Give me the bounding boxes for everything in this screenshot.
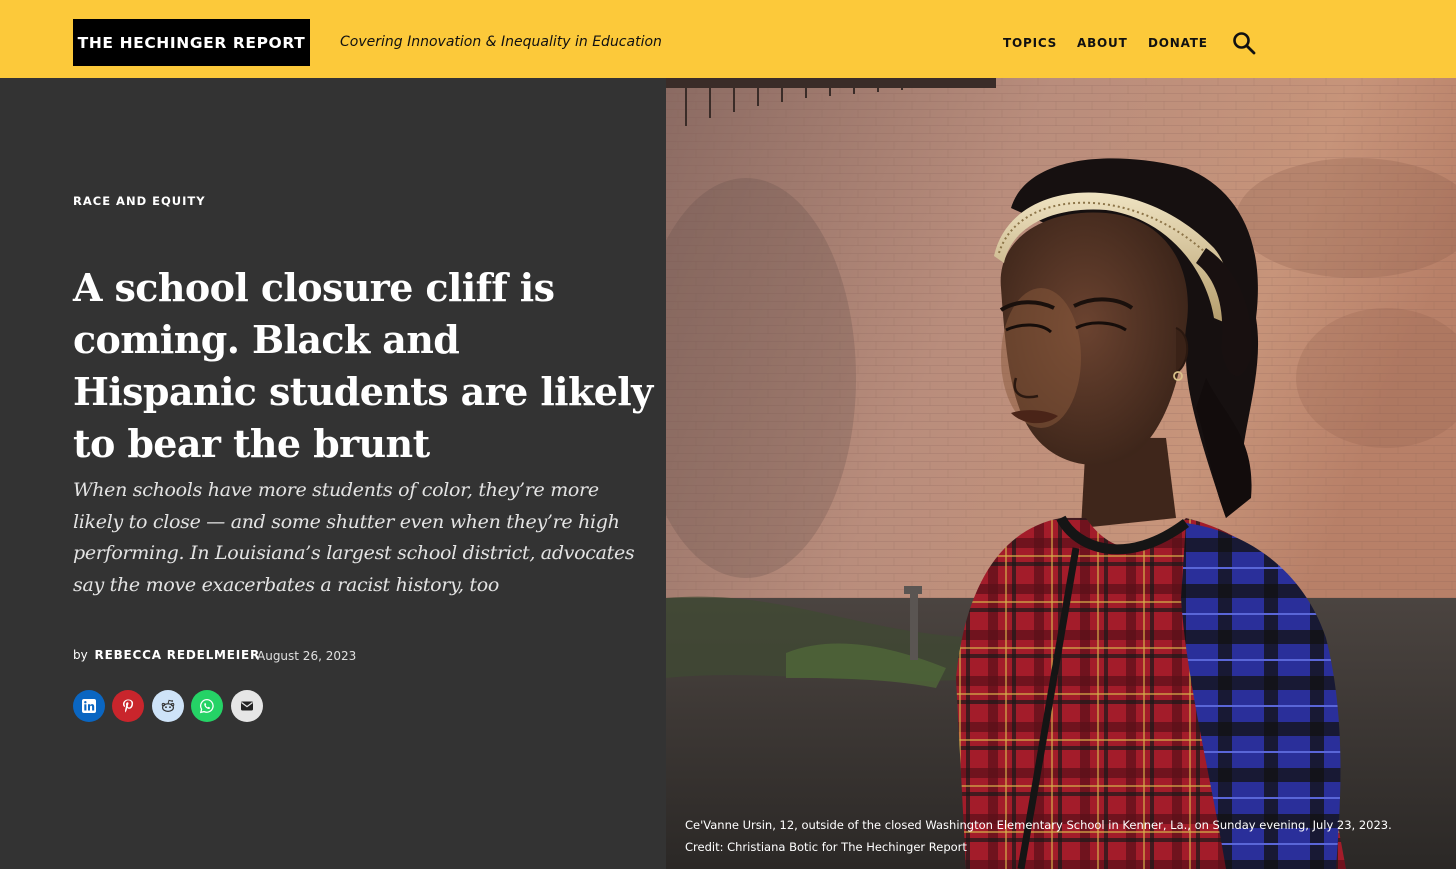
author-link[interactable]: REBECCA REDELMEIER (95, 648, 261, 662)
publish-date: August 26, 2023 (257, 649, 357, 663)
email-icon (241, 701, 253, 711)
pinterest-icon (123, 699, 134, 713)
share-whatsapp-button[interactable] (191, 690, 223, 722)
site-tagline: Covering Innovation & Inequality in Educ… (340, 34, 662, 50)
search-icon[interactable] (1232, 31, 1256, 55)
share-linkedin-button[interactable] (73, 690, 105, 722)
photo-caption: Ce'Vanne Ursin, 12, outside of the close… (685, 818, 1392, 854)
category-link[interactable]: RACE AND EQUITY (73, 194, 206, 208)
byline: by REBECCA REDELMEIER (73, 648, 260, 662)
article-headline: A school closure cliff is coming. Black … (73, 265, 653, 466)
share-reddit-button[interactable] (152, 690, 184, 722)
nav-topics[interactable]: TOPICS (1003, 36, 1057, 50)
share-pinterest-button[interactable] (112, 690, 144, 722)
whatsapp-icon (199, 698, 214, 714)
nav-about[interactable]: ABOUT (1077, 36, 1128, 50)
linkedin-icon (82, 699, 96, 713)
share-email-button[interactable] (231, 690, 263, 722)
site-header: THE HECHINGER REPORT Covering Innovation… (0, 0, 1456, 78)
hero-photo (666, 78, 1456, 869)
reddit-icon (161, 699, 175, 713)
byline-prefix: by (73, 648, 88, 662)
nav-donate[interactable]: DONATE (1148, 36, 1208, 50)
article-dek: When schools have more students of color… (73, 479, 635, 596)
site-logo[interactable]: THE HECHINGER REPORT (73, 19, 310, 66)
